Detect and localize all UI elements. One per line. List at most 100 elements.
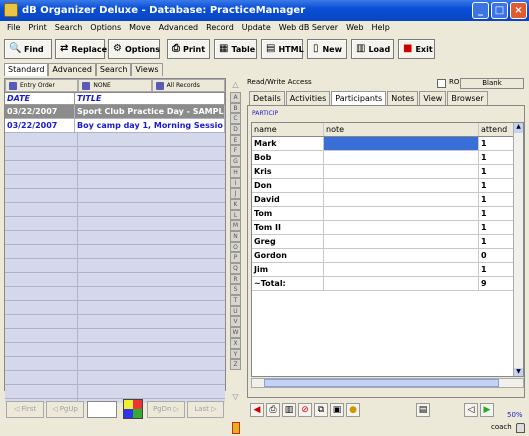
maximize-button[interactable]: □ bbox=[491, 2, 508, 19]
trash-icon[interactable]: ▥ bbox=[282, 403, 296, 417]
cell-note[interactable] bbox=[324, 235, 479, 248]
letter-m-button[interactable]: M bbox=[230, 220, 241, 231]
cell-note[interactable] bbox=[324, 249, 479, 262]
cell-name[interactable]: Tom II bbox=[252, 221, 324, 234]
scroll-up-icon[interactable]: ▲ bbox=[514, 123, 523, 133]
vertical-scrollbar[interactable]: ▲ ▼ bbox=[513, 123, 523, 376]
menu-options[interactable]: Options bbox=[86, 21, 125, 35]
table-row[interactable]: Jim 1 bbox=[252, 263, 523, 277]
tab-activities[interactable]: Activities bbox=[285, 91, 331, 105]
cell-note[interactable] bbox=[324, 263, 479, 276]
column-header-note[interactable]: note bbox=[324, 123, 479, 136]
letter-u-button[interactable]: U bbox=[230, 305, 241, 317]
letter-c-button[interactable]: C bbox=[230, 113, 241, 125]
letter-t-button[interactable]: T bbox=[230, 295, 241, 306]
options-button[interactable]: ⚙ Options bbox=[108, 39, 160, 59]
sort-entry-order-button[interactable]: Entry Order bbox=[5, 79, 79, 92]
cell-note[interactable] bbox=[324, 207, 479, 220]
cell-name[interactable]: Kris bbox=[252, 165, 324, 178]
menu-advanced[interactable]: Advanced bbox=[155, 21, 203, 35]
list-item[interactable]: 03/22/2007 Boy camp day 1, Morning Sessi… bbox=[5, 119, 225, 133]
tab-participants[interactable]: Participants bbox=[331, 91, 387, 105]
cell-name[interactable]: David bbox=[252, 193, 324, 206]
cell-note[interactable] bbox=[324, 179, 479, 192]
cell-name[interactable]: Don bbox=[252, 179, 324, 192]
menu-update[interactable]: Update bbox=[238, 21, 275, 35]
print-button[interactable]: ⎙ Print bbox=[167, 39, 210, 59]
letter-q-button[interactable]: Q bbox=[230, 263, 241, 274]
letter-j-button[interactable]: J bbox=[230, 188, 241, 199]
letter-g-button[interactable]: G bbox=[230, 156, 241, 167]
first-button[interactable]: ◁ First bbox=[6, 401, 44, 418]
menu-web[interactable]: Web bbox=[342, 21, 367, 35]
table-row[interactable]: Don 1 bbox=[252, 179, 523, 193]
column-header-date[interactable]: DATE bbox=[5, 93, 75, 104]
pencil-icon[interactable] bbox=[232, 422, 240, 434]
table-button[interactable]: ▦ Table bbox=[214, 39, 257, 59]
cell-note[interactable] bbox=[324, 151, 479, 164]
sort-field-button[interactable]: NONE bbox=[78, 79, 152, 92]
letter-i-button[interactable]: I bbox=[230, 177, 241, 189]
tab-view[interactable]: View bbox=[419, 91, 447, 105]
letter-s-button[interactable]: S bbox=[230, 284, 241, 296]
next-page-icon[interactable]: ▶ bbox=[480, 403, 494, 417]
pgup-button[interactable]: ◁ PgUp bbox=[46, 401, 84, 418]
palette-icon[interactable] bbox=[123, 399, 143, 419]
menu-record[interactable]: Record bbox=[202, 21, 238, 35]
last-button[interactable]: Last ▷ bbox=[187, 401, 224, 418]
next-letter-icon[interactable]: ▽ bbox=[230, 392, 241, 402]
lightbulb-icon[interactable]: ● bbox=[346, 403, 360, 417]
cell-note[interactable] bbox=[324, 165, 479, 178]
table-row[interactable]: Gordon 0 bbox=[252, 249, 523, 263]
cell-name[interactable]: Tom bbox=[252, 207, 324, 220]
letter-y-button[interactable]: Y bbox=[230, 348, 241, 360]
cell-note[interactable] bbox=[324, 137, 479, 150]
table-row[interactable]: Tom II 1 bbox=[252, 221, 523, 235]
exit-button[interactable]: ■ Exit bbox=[398, 39, 435, 59]
table-row[interactable]: Tom 1 bbox=[252, 207, 523, 221]
tab-views[interactable]: Views bbox=[131, 63, 163, 76]
horizontal-scroll-thumb[interactable] bbox=[264, 379, 499, 387]
table-row[interactable]: David 1 bbox=[252, 193, 523, 207]
total-row[interactable]: ~Total: 9 bbox=[252, 277, 523, 291]
letter-k-button[interactable]: K bbox=[230, 198, 241, 210]
cell-name[interactable]: Gordon bbox=[252, 249, 324, 262]
scroll-down-icon[interactable]: ▼ bbox=[514, 368, 523, 376]
letter-z-button[interactable]: Z bbox=[230, 359, 241, 370]
letter-r-button[interactable]: R bbox=[230, 273, 241, 285]
minimize-button[interactable]: _ bbox=[472, 2, 489, 19]
pgdn-button[interactable]: PgDn ▷ bbox=[147, 401, 185, 418]
cell-name[interactable]: Jim bbox=[252, 263, 324, 276]
prev-page-icon[interactable]: ◁ bbox=[464, 403, 478, 417]
letter-p-button[interactable]: P bbox=[230, 252, 241, 263]
column-header-title[interactable]: TITLE bbox=[75, 93, 225, 104]
letter-b-button[interactable]: B bbox=[230, 102, 241, 114]
find-button[interactable]: 🔍 Find bbox=[4, 39, 52, 59]
tab-search[interactable]: Search bbox=[95, 63, 132, 76]
back-arrow-icon[interactable]: ◀ bbox=[250, 403, 264, 417]
previous-letter-icon[interactable]: △ bbox=[230, 80, 241, 90]
letter-x-button[interactable]: X bbox=[230, 337, 241, 349]
letter-w-button[interactable]: W bbox=[230, 327, 241, 338]
copy-record-icon[interactable]: ⧉ bbox=[314, 403, 328, 417]
menu-print[interactable]: Print bbox=[24, 21, 50, 35]
horizontal-scrollbar[interactable] bbox=[251, 378, 524, 388]
record-number-input[interactable] bbox=[87, 401, 117, 418]
cell-name[interactable]: Mark bbox=[252, 137, 324, 150]
print-record-icon[interactable]: ⎙ bbox=[266, 403, 280, 417]
letter-e-button[interactable]: E bbox=[230, 134, 241, 146]
cell-name[interactable]: Bob bbox=[252, 151, 324, 164]
tab-standard[interactable]: Standard bbox=[4, 63, 49, 76]
list-item[interactable]: 03/22/2007 Sport Club Practice Day - SAM… bbox=[5, 105, 225, 119]
menu-web-db-server[interactable]: Web dB Server bbox=[275, 21, 342, 35]
blank-button[interactable]: Blank bbox=[460, 78, 524, 89]
table-row[interactable]: Kris 1 bbox=[252, 165, 523, 179]
new-button[interactable]: ▯ New bbox=[307, 39, 347, 59]
html-button[interactable]: ▤ HTML bbox=[261, 39, 304, 59]
letter-l-button[interactable]: L bbox=[230, 209, 241, 221]
cell-note[interactable] bbox=[324, 221, 479, 234]
stop-icon[interactable]: ⊘ bbox=[298, 403, 312, 417]
table-row[interactable]: Mark 1 bbox=[252, 137, 523, 151]
export-icon[interactable]: ▤ bbox=[416, 403, 430, 417]
letter-d-button[interactable]: D bbox=[230, 124, 241, 135]
